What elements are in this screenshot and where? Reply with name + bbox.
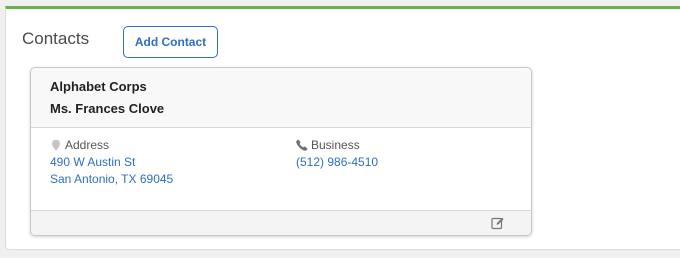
edit-icon[interactable] (491, 216, 505, 230)
add-contact-button[interactable]: Add Contact (123, 26, 218, 58)
phone-icon (296, 139, 308, 151)
contact-name: Ms. Frances Clove (50, 101, 165, 116)
section-title: Contacts (22, 29, 90, 48)
phone-number-link[interactable]: (512) 986-4510 (296, 154, 378, 171)
company-name: Alphabet Corps (50, 79, 147, 94)
address-label: Address (65, 138, 110, 152)
phone-label: Business (311, 138, 360, 152)
contact-card-footer (31, 211, 531, 235)
address-column: Address 490 W Austin St San Antonio, TX … (50, 137, 173, 188)
phone-column: Business (512) 986-4510 (296, 137, 378, 171)
contact-card-body: Address 490 W Austin St San Antonio, TX … (31, 128, 531, 211)
address-label-row: Address (50, 137, 173, 153)
map-pin-icon (50, 139, 62, 151)
address-line-2[interactable]: San Antonio, TX 69045 (50, 171, 173, 188)
contact-card-header: Alphabet Corps Ms. Frances Clove (31, 68, 531, 128)
phone-label-row: Business (296, 137, 378, 153)
address-line-1[interactable]: 490 W Austin St (50, 154, 173, 171)
contact-card: Alphabet Corps Ms. Frances Clove Address… (30, 67, 532, 236)
contacts-panel: Contacts Add Contact Alphabet Corps Ms. … (5, 6, 680, 250)
